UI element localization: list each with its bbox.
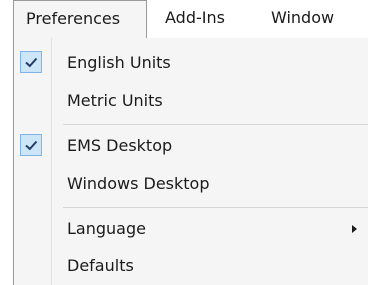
menu-item-metric-units-label: Metric Units <box>67 91 163 110</box>
menu-item-defaults-label: Defaults <box>67 256 134 275</box>
menu-item-language-label: Language <box>67 219 146 238</box>
menu-item-ems-desktop-label: EMS Desktop <box>67 136 173 155</box>
menu-bar: Preferences Add-Ins Window <box>0 0 368 39</box>
menu-item-windows-desktop-label: Windows Desktop <box>67 174 210 193</box>
menu-item-english-units-label: English Units <box>67 53 171 72</box>
menu-add-ins-label: Add-Ins <box>165 8 225 27</box>
menu-separator <box>63 124 368 125</box>
menu-item-metric-units[interactable]: Metric Units <box>14 85 368 117</box>
preferences-dropdown: English Units Metric Units EMS Desktop W… <box>13 38 368 285</box>
menu-preferences-label: Preferences <box>26 9 121 28</box>
menu-window[interactable]: Window <box>271 0 334 38</box>
menu-item-language[interactable]: Language <box>14 213 368 245</box>
menu-item-english-units[interactable]: English Units <box>14 47 368 79</box>
check-icon <box>25 57 38 68</box>
menu-add-ins[interactable]: Add-Ins <box>165 0 225 38</box>
menu-item-ems-desktop[interactable]: EMS Desktop <box>14 130 368 162</box>
app-window: Preferences Add-Ins Window English Units… <box>0 0 368 285</box>
menu-item-defaults[interactable]: Defaults <box>14 250 368 282</box>
english-units-checkbox <box>20 51 42 73</box>
menu-item-windows-desktop[interactable]: Windows Desktop <box>14 168 368 200</box>
ems-desktop-checkbox <box>20 134 42 156</box>
check-icon <box>25 140 38 151</box>
menu-window-label: Window <box>271 8 335 27</box>
submenu-arrow-icon <box>352 225 357 233</box>
menu-separator <box>63 207 368 208</box>
menu-preferences[interactable]: Preferences <box>13 0 147 38</box>
